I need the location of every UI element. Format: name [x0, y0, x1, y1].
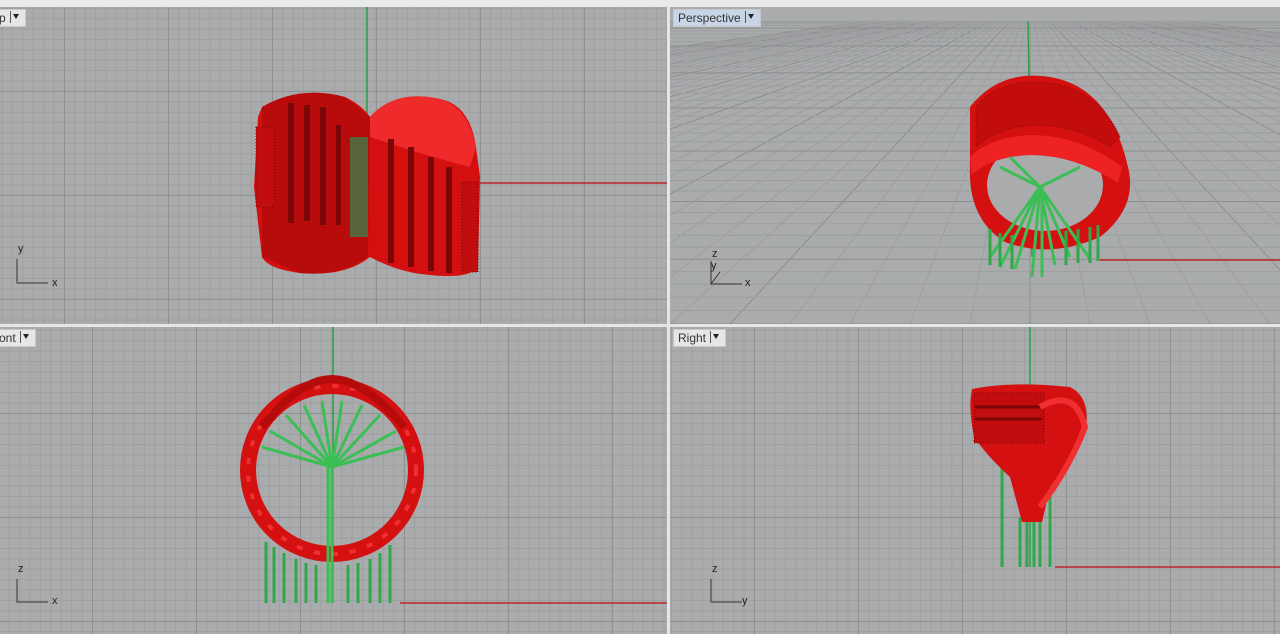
axis-label-z: z: [18, 563, 24, 575]
axis-label-x: x: [52, 595, 58, 607]
viewport-front[interactable]: ont z x: [0, 327, 667, 634]
axis-label-y: y: [711, 260, 717, 272]
axis-label-y: y: [742, 595, 748, 607]
viewport-divider-horizontal[interactable]: [0, 324, 1280, 327]
axis-label-z: z: [712, 248, 718, 260]
viewport-divider-vertical[interactable]: [667, 7, 670, 634]
axis-label-x: x: [52, 277, 58, 289]
axis-label-z: z: [712, 563, 718, 575]
top-axis-widget: [16, 259, 48, 284]
perspective-axis-widget: [710, 261, 742, 285]
front-axis-widget: [16, 579, 48, 603]
right-axis-widget: [710, 579, 742, 603]
viewport-perspective[interactable]: Perspective z y x: [670, 7, 1280, 324]
viewport-right[interactable]: Right z y: [670, 327, 1280, 634]
axis-label-y: y: [18, 243, 24, 255]
axis-label-x: x: [745, 277, 751, 289]
title-strip: [0, 0, 1280, 7]
viewport-top[interactable]: p y x: [0, 7, 667, 324]
